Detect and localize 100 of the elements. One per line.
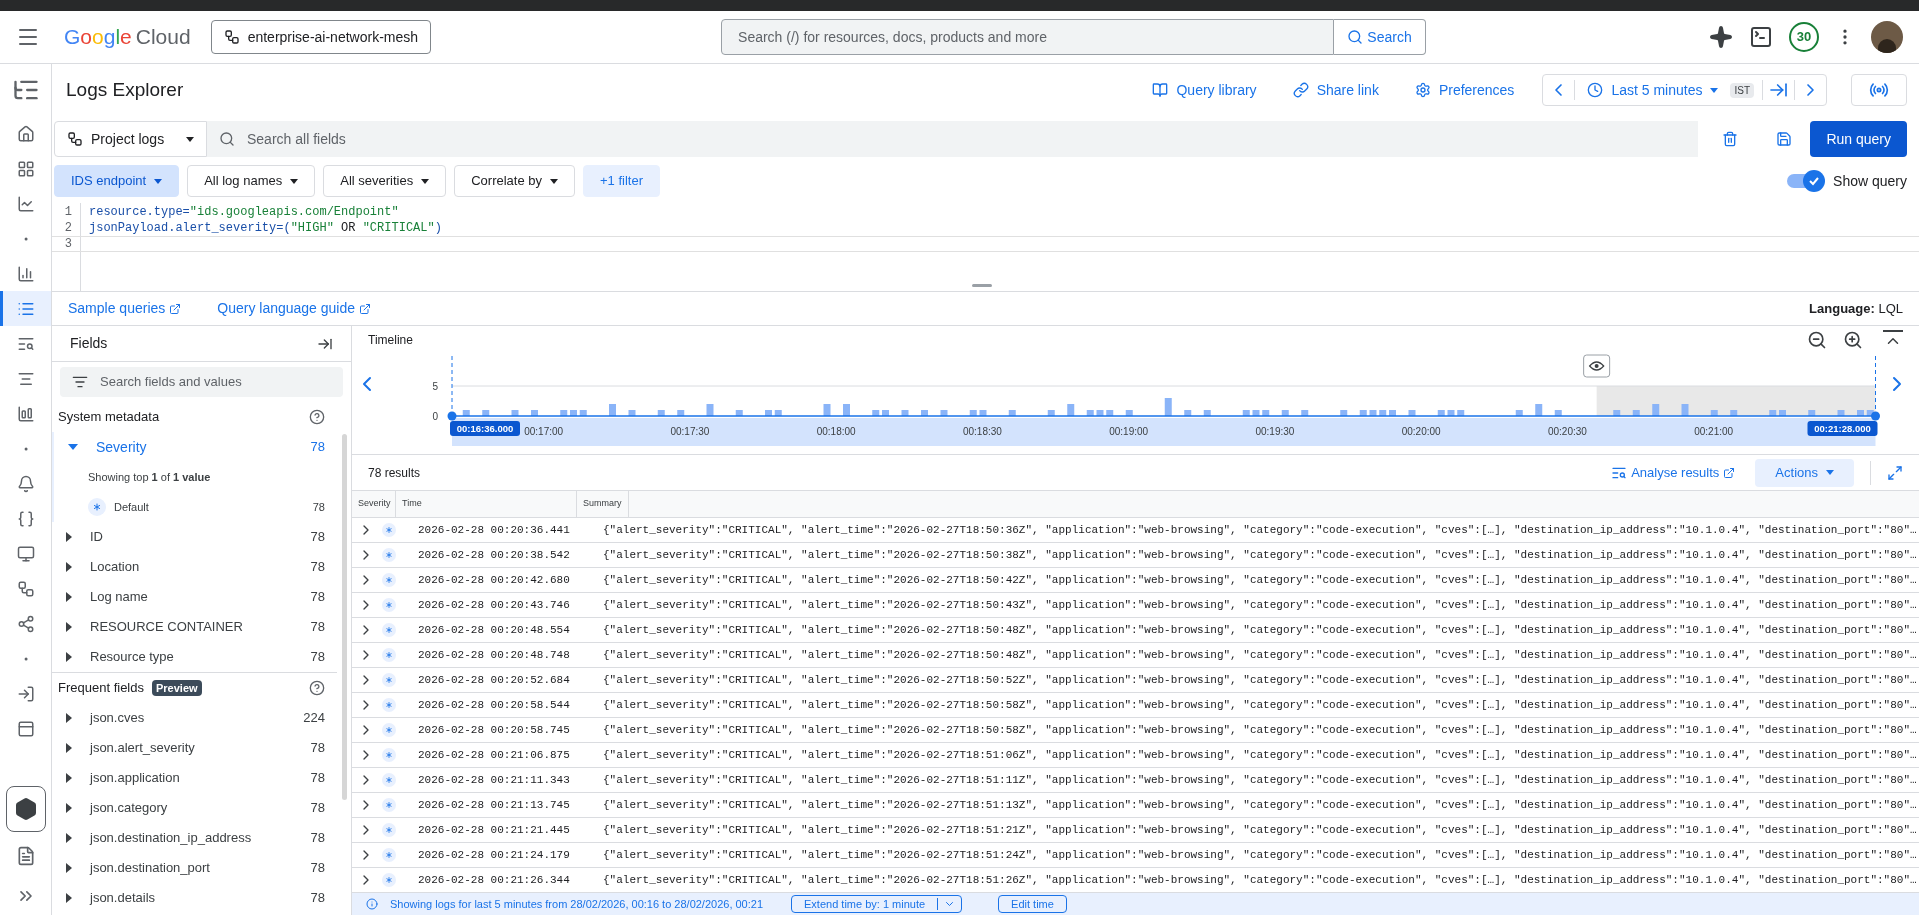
collapsed-triangle-icon (66, 532, 72, 542)
settings-icon (1414, 82, 1431, 98)
actions-button[interactable]: Actions (1755, 458, 1854, 487)
value-row[interactable]: Default 78 (54, 492, 337, 522)
severity-icon (382, 748, 396, 762)
avatar[interactable] (1871, 21, 1903, 53)
save-icon[interactable] (1776, 131, 1792, 147)
severity-icon (382, 573, 396, 587)
run-query-button[interactable]: Run query (1810, 121, 1907, 157)
resize-handle[interactable] (972, 284, 992, 287)
histogram-bar (843, 404, 850, 416)
hexagon-button[interactable] (5, 786, 46, 832)
delete-icon[interactable] (1722, 131, 1738, 147)
histogram-bar (1652, 404, 1660, 416)
time-range-control[interactable]: Last 5 minutes IST (1542, 74, 1827, 106)
time-range-dropdown[interactable]: Last 5 minutes (1575, 79, 1731, 101)
panel-icon[interactable] (16, 719, 35, 738)
field-row[interactable]: json.details 78 (52, 883, 337, 913)
notification-badge[interactable]: 30 (1789, 22, 1819, 52)
zoom-in-icon[interactable] (1843, 330, 1863, 350)
summary-cell-text: {"alert_severity":"CRITICAL", "alert_time":"2026-02-27T18:51:11Z", "application":"web-browsing", "category":"code-execution", "cves":[…], "destination_ip_address":"10.1.0.4", "destination_port":"80"… (603, 772, 1917, 788)
field-row[interactable]: Location 78 (52, 552, 337, 582)
analyse-results-link[interactable]: Analyse results (1611, 462, 1736, 483)
field-row[interactable]: json.cves 224 (52, 703, 337, 733)
search-button[interactable]: Search (1334, 19, 1427, 55)
caret-icon (290, 178, 299, 184)
home-icon[interactable] (16, 124, 35, 143)
filter-chip[interactable]: IDS endpoint (54, 165, 180, 197)
line-number: 2 (63, 220, 73, 237)
severity-icon (382, 873, 396, 887)
info-icon (366, 898, 378, 910)
field-row[interactable]: Resource type 78 (52, 642, 337, 672)
timestamp-cell-text: 2026-02-28 00:20:42.680 (418, 572, 571, 588)
dashboard-icon[interactable] (16, 159, 35, 178)
field-row[interactable]: json.destination_ip_address 78 (52, 823, 337, 853)
fields-search-field[interactable]: Search fields and values (60, 367, 343, 397)
toolbar-link[interactable]: Share link (1280, 79, 1391, 101)
histogram-bar (1437, 410, 1445, 416)
toolbar-link[interactable]: Preferences (1402, 79, 1527, 101)
help-link[interactable]: Sample queries (68, 298, 182, 319)
field-row[interactable]: ID 78 (52, 522, 337, 552)
code-line: jsonPayload.alert_severity=("HIGH" OR "CRITICAL") (80, 219, 442, 237)
x-tick-label: 00:17:30 (670, 426, 710, 437)
severity-icon (382, 648, 396, 662)
filter-chip[interactable]: All severities (323, 165, 447, 197)
filter-chip[interactable]: All log names (187, 165, 316, 197)
start-time-chip: 00:16:36.000 (450, 421, 520, 436)
bell-icon[interactable] (16, 474, 35, 493)
histogram-bar (628, 410, 636, 416)
field-row[interactable]: json.alert_severity 78 (52, 733, 337, 763)
edit-time-button[interactable]: Edit time (998, 895, 1067, 913)
histogram-bar (657, 410, 665, 416)
caret-icon (154, 178, 163, 184)
workflow-icon[interactable] (16, 579, 35, 598)
histogram-bar (677, 410, 685, 416)
histogram-bar (1242, 410, 1250, 416)
bar-chart-icon[interactable] (16, 264, 35, 283)
panel-title: Fields (70, 334, 108, 353)
sparkle-icon[interactable] (1709, 25, 1733, 49)
field-row[interactable]: Log name 78 (52, 582, 337, 612)
zoom-out-icon[interactable] (1807, 330, 1827, 350)
toolbar-link[interactable]: Query library (1140, 79, 1269, 101)
expand-icon[interactable] (1887, 464, 1903, 481)
field-row[interactable]: json.destination_port 78 (52, 853, 337, 883)
share-icon[interactable] (16, 614, 35, 633)
histogram-bar (1857, 410, 1864, 416)
scope-dropdown[interactable]: Project logs (54, 121, 207, 157)
filter-chip[interactable]: +1 filter (583, 165, 660, 197)
field-row[interactable]: json.application 78 (52, 763, 337, 793)
help-icon[interactable] (309, 409, 325, 425)
histogram-bar (1340, 410, 1348, 416)
histogram-bar (1281, 410, 1289, 416)
extend-time-control[interactable]: Extend time by: 1 minute (791, 895, 963, 913)
histogram-bar (823, 404, 831, 416)
timestamp-cell-text: 2026-02-28 00:20:36.441 (418, 522, 571, 538)
field-row[interactable]: json.category 78 (52, 793, 337, 823)
timestamp-cell-text: 2026-02-28 00:21:26.344 (418, 872, 571, 888)
results-count: 78 results (368, 464, 421, 482)
field-row[interactable]: RESOURCE CONTAINER 78 (52, 612, 337, 642)
stream-button[interactable] (1851, 74, 1907, 106)
caret-icon (421, 178, 430, 184)
help-link[interactable]: Query language guide (217, 298, 372, 319)
timestamp-cell-text: 2026-02-28 00:21:06.875 (418, 747, 571, 763)
project-picker[interactable]: enterprise-ai-network-mesh (210, 20, 432, 54)
field-row[interactable]: Severity 78 (54, 432, 337, 462)
summary-cell-text: {"alert_severity":"CRITICAL", "alert_time":"2026-02-27T18:50:43Z", "application":"web-browsing", "category":"code-execution", "cves":[…], "destination_ip_address":"10.1.0.4", "destination_port":"80"… (603, 597, 1917, 613)
braces-icon[interactable] (16, 509, 35, 528)
column-header: Time (396, 491, 577, 517)
search-field[interactable]: Search (/) for resources, docs, products and more (721, 19, 1335, 55)
monitor-icon[interactable] (16, 544, 35, 563)
help-icon[interactable] (309, 680, 325, 696)
eye-marker[interactable] (1583, 354, 1611, 378)
extend-time-button[interactable]: Extend time by: 1 minute (792, 895, 938, 913)
filter-chip[interactable]: Correlate by (454, 165, 575, 197)
histogram-bar (1252, 410, 1260, 416)
log-in-icon[interactable] (16, 684, 35, 703)
search-field[interactable]: Search all fields (207, 121, 1698, 157)
line-chart-icon[interactable] (16, 194, 35, 213)
terminal-icon[interactable] (1749, 25, 1773, 49)
column-chart-icon[interactable] (16, 404, 35, 423)
